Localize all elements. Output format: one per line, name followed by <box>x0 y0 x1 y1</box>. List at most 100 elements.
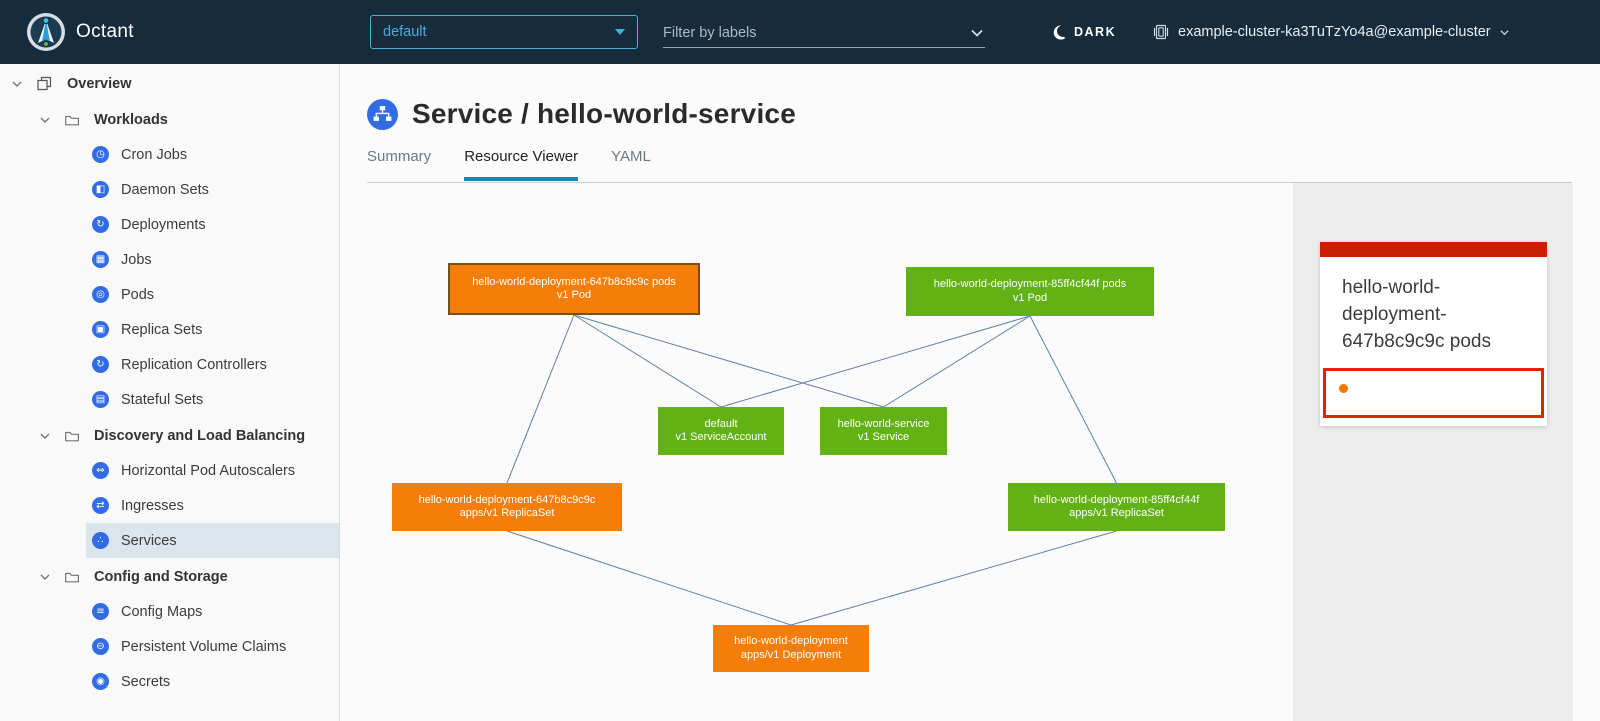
graph-node-svc-hello[interactable]: hello-world-servicev1 Service <box>820 407 947 455</box>
app-title: Octant <box>76 0 134 64</box>
graph-edge-pod-647-rs-647 <box>507 315 574 483</box>
pods-icon: ◎ <box>92 286 109 303</box>
node-label: hello-world-deployment-85ff4cf44f pods <box>934 278 1126 292</box>
app-header: Octant default DARK example-cluster-ka3T… <box>0 0 1600 64</box>
graph-node-sa-default[interactable]: defaultv1 ServiceAccount <box>658 407 784 455</box>
sidebar-item-daemon-sets[interactable]: ◧ Daemon Sets <box>86 172 339 207</box>
replication-controllers-icon: ↻ <box>92 356 109 373</box>
node-label: hello-world-deployment-647b8c9c9c <box>419 494 596 508</box>
folder-icon <box>64 569 80 585</box>
card-accent-bar <box>1320 242 1547 257</box>
service-icon <box>367 99 398 130</box>
node-sublabel: apps/v1 ReplicaSet <box>460 507 555 521</box>
tab-bar: Summary Resource Viewer YAML <box>367 148 651 181</box>
node-label: hello-world-deployment <box>734 635 848 649</box>
sidebar-item-discovery-and-load-balancing[interactable]: Discovery and Load Balancing <box>0 418 339 453</box>
cluster-icon <box>1152 23 1170 41</box>
sidebar-item-deployments[interactable]: ↻Deployments <box>86 207 339 242</box>
sidebar-item-label: Cron Jobs <box>121 147 187 163</box>
namespace-value: default <box>383 24 615 40</box>
node-detail-card[interactable]: hello-world-deployment-647b8c9c9c pods <box>1320 242 1547 426</box>
sidebar-item-label: Discovery and Load Balancing <box>94 428 305 444</box>
node-sublabel: v1 Pod <box>1013 292 1047 306</box>
sidebar-item-config-and-storage[interactable]: Config and Storage <box>0 559 339 594</box>
daemon-sets-icon: ◧ <box>92 181 109 198</box>
node-label: hello-world-deployment-85ff4cf44f <box>1034 494 1200 508</box>
sidebar-item-label: Workloads <box>94 112 168 128</box>
octant-logo <box>26 12 66 52</box>
secrets-icon: ◉ <box>92 673 109 690</box>
chevron-down-icon[interactable] <box>38 113 52 127</box>
tab-yaml[interactable]: YAML <box>611 148 651 181</box>
chevron-down-icon[interactable] <box>969 25 985 41</box>
chevron-down-icon[interactable] <box>38 570 52 584</box>
graph-edge-rs-647-deploy <box>507 531 791 625</box>
sidebar-item-replication-controllers[interactable]: ↻Replication Controllers <box>86 347 339 382</box>
sidebar-item-label: Jobs <box>121 252 152 268</box>
card-status-box <box>1323 368 1544 418</box>
node-label: hello-world-service <box>838 418 930 432</box>
graph-edge-pod-647-svc-hello <box>574 315 884 407</box>
services-icon: ∴ <box>92 532 109 549</box>
sidebar-item-label: Pods <box>121 287 154 303</box>
sidebar-item-secrets[interactable]: ◉ Secrets <box>86 664 339 699</box>
sidebar-item-horizontal-pod-autoscalers[interactable]: ⇔ Horizontal Pod Autoscalers <box>86 453 339 488</box>
cluster-label: example-cluster-ka3TuTzYo4a@example-clus… <box>1178 24 1491 40</box>
graph-node-rs-85[interactable]: hello-world-deployment-85ff4cf44fapps/v1… <box>1008 483 1225 531</box>
sidebar-item-overview[interactable]: Overview <box>0 66 339 101</box>
sidebar-item-label: Stateful Sets <box>121 392 203 408</box>
resource-graph: hello-world-deployment-647b8c9c9c podsv1… <box>340 183 1293 721</box>
graph-node-pod-85[interactable]: hello-world-deployment-85ff4cf44f podsv1… <box>906 267 1154 316</box>
chevron-down-icon[interactable] <box>38 429 52 443</box>
sidebar-item-workloads[interactable]: Workloads <box>0 102 339 137</box>
graph-edge-pod-85-sa-default <box>721 316 1030 407</box>
sidebar-item-label: Ingresses <box>121 498 184 514</box>
chevron-down-icon <box>615 29 625 35</box>
sidebar-item-jobs[interactable]: ▦ Jobs <box>86 242 339 277</box>
persistent-volume-claims-icon: ⊖ <box>92 638 109 655</box>
graph-node-rs-647[interactable]: hello-world-deployment-647b8c9c9capps/v1… <box>392 483 622 531</box>
node-sublabel: v1 ServiceAccount <box>675 431 766 445</box>
sidebar-nav: Overview Workloads ◷Cron Jobs ◧ Daemon Sets ↻… <box>0 64 340 721</box>
page-header: Service / hello-world-service <box>367 98 796 130</box>
sidebar-item-config-maps[interactable]: ≡Config Maps <box>86 594 339 629</box>
namespace-dropdown[interactable]: default <box>370 15 638 49</box>
jobs-icon: ▦ <box>92 251 109 268</box>
graph-node-deploy[interactable]: hello-world-deploymentapps/v1 Deployment <box>713 625 869 672</box>
status-dot-icon <box>1339 384 1348 393</box>
node-sublabel: apps/v1 Deployment <box>741 649 841 663</box>
deployments-icon: ↻ <box>92 216 109 233</box>
filter-labels-input[interactable] <box>663 25 969 41</box>
sidebar-item-label: Overview <box>67 76 132 92</box>
node-sublabel: v1 Pod <box>557 289 591 303</box>
tab-summary[interactable]: Summary <box>367 148 431 181</box>
sidebar-item-persistent-volume-claims[interactable]: ⊖ Persistent Volume Claims <box>86 629 339 664</box>
sidebar-item-pods[interactable]: ◎ Pods <box>86 277 339 312</box>
sidebar-item-cron-jobs[interactable]: ◷Cron Jobs <box>86 137 339 172</box>
sidebar-item-stateful-sets[interactable]: ▤Stateful Sets <box>86 382 339 417</box>
node-detail-panel: hello-world-deployment-647b8c9c9c pods <box>1293 183 1573 721</box>
node-label: default <box>704 418 737 432</box>
cluster-selector[interactable]: example-cluster-ka3TuTzYo4a@example-clus… <box>1152 0 1510 64</box>
horizontal-pod-autoscalers-icon: ⇔ <box>92 462 109 479</box>
theme-toggle[interactable]: DARK <box>1050 0 1116 64</box>
sidebar-item-ingresses[interactable]: ⇄ Ingresses <box>86 488 339 523</box>
tab-resource-viewer[interactable]: Resource Viewer <box>464 148 578 181</box>
config-maps-icon: ≡ <box>92 603 109 620</box>
sidebar-item-services[interactable]: ∴ Services <box>86 523 339 558</box>
sidebar-item-label: Services <box>121 533 177 549</box>
sidebar-item-label: Daemon Sets <box>121 182 209 198</box>
sidebar-item-label: Secrets <box>121 674 170 690</box>
theme-toggle-label: DARK <box>1074 25 1116 39</box>
chevron-down-icon <box>1499 27 1510 38</box>
node-label: hello-world-deployment-647b8c9c9c pods <box>472 276 676 290</box>
sidebar-item-label: Persistent Volume Claims <box>121 639 286 655</box>
applications-icon <box>36 75 53 92</box>
moon-icon <box>1050 24 1067 41</box>
chevron-down-icon[interactable] <box>10 77 24 91</box>
graph-edge-pod-647-sa-default <box>574 315 721 407</box>
sidebar-item-replica-sets[interactable]: ▣Replica Sets <box>86 312 339 347</box>
graph-node-pod-647[interactable]: hello-world-deployment-647b8c9c9c podsv1… <box>448 263 700 315</box>
ingresses-icon: ⇄ <box>92 497 109 514</box>
sidebar-item-label: Horizontal Pod Autoscalers <box>121 463 295 479</box>
